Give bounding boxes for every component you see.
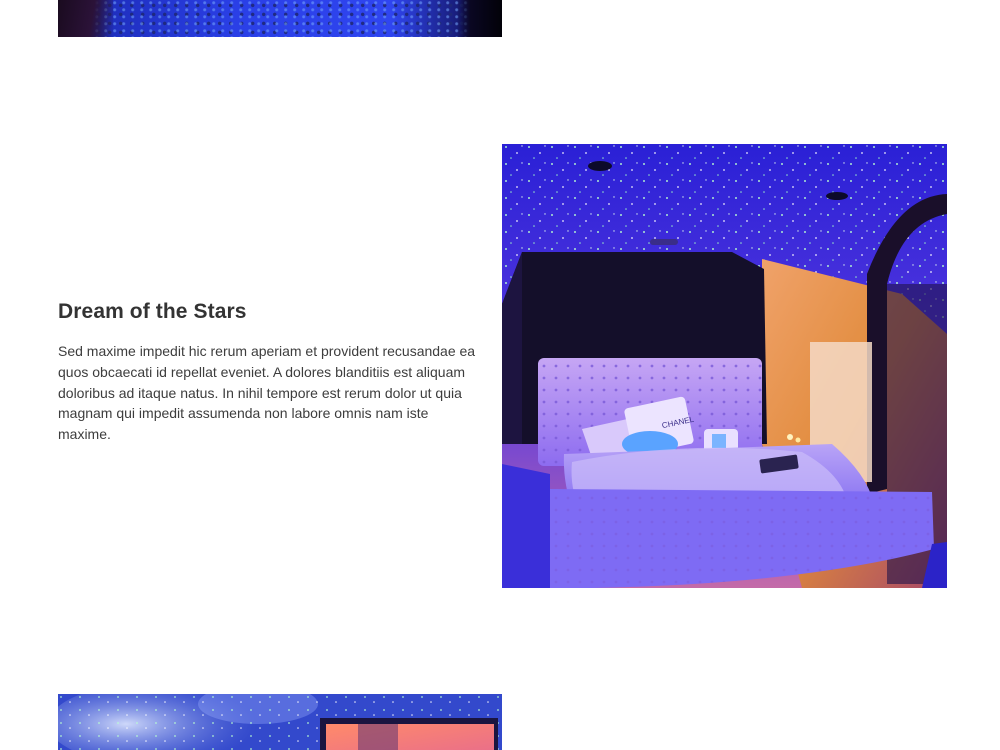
feature-image: CHANEL: [502, 144, 947, 588]
galaxy-room-illustration: [58, 694, 502, 750]
feature-description: Sed maxime impedit hic rerum aperiam et …: [58, 343, 476, 443]
bottom-image: [58, 694, 502, 750]
bedroom-galaxy-illustration: CHANEL: [502, 144, 947, 588]
feature-title: Dream of the Stars: [58, 300, 247, 323]
top-image: [58, 0, 502, 37]
